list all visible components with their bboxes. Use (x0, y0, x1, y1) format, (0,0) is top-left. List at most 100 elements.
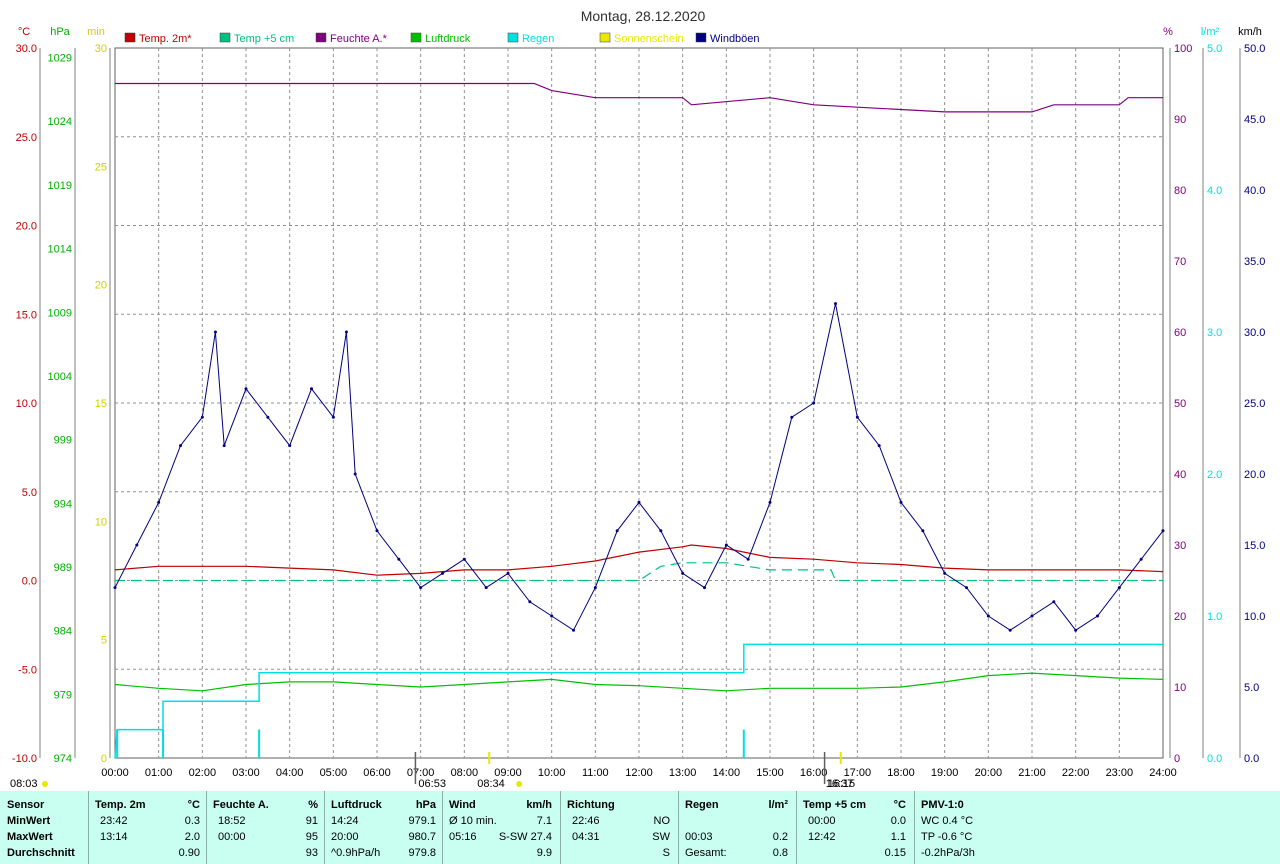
rain-tick-label: 3.0 (1207, 327, 1222, 339)
sunrise-label-2: 08:34 (477, 778, 505, 790)
stats-temp-value: 2.0 (184, 831, 200, 843)
stats-humidity-time: 18:52 (218, 815, 246, 827)
stats-pressure-time: 14:24 (331, 815, 359, 827)
wind-point (877, 444, 881, 448)
wind-tick-label: 20.0 (1244, 469, 1265, 481)
wind-tick-label: 25.0 (1244, 398, 1265, 410)
wind-point (157, 500, 161, 504)
wind-point (397, 557, 401, 561)
hour-tick-label: 02:00 (189, 767, 217, 779)
humidity-tick-label: 50 (1174, 398, 1186, 410)
wind-point (222, 444, 226, 448)
rain-tick-label: 1.0 (1207, 611, 1222, 623)
stats-column-divider (560, 791, 561, 864)
pressure-tick-label: 994 (54, 498, 72, 510)
hour-tick-label: 12:00 (625, 767, 653, 779)
wind-tick-label: 15.0 (1244, 540, 1265, 552)
stats-header-direction: Richtung (567, 799, 615, 811)
humidity-tick-label: 80 (1174, 185, 1186, 197)
wind-point (135, 543, 139, 547)
wind-point (462, 557, 466, 561)
wind-point (1030, 614, 1034, 618)
sun-tick-label: 15 (95, 398, 107, 410)
hour-tick-label: 10:00 (538, 767, 566, 779)
pressure-tick-label: 1009 (48, 307, 72, 319)
pressure-tick-label: 1024 (48, 116, 72, 128)
temp-unit: °C (18, 26, 30, 38)
stats-wind-time: 05:16 (449, 831, 477, 843)
stats-header-pmv: PMV-1:0 (921, 799, 964, 811)
stats-header-humidity-unit: % (308, 799, 318, 811)
stats-column-divider (796, 791, 797, 864)
pressure-tick-label: 999 (54, 435, 72, 447)
stats-rain-time: 00:03 (685, 831, 713, 843)
wind-tick-label: 10.0 (1244, 611, 1265, 623)
legend-label: Luftdruck (425, 33, 471, 45)
legend-swatch (315, 32, 327, 43)
stats-temp5-time: 12:42 (808, 831, 836, 843)
legend-swatch (507, 32, 519, 43)
chart-title: Montag, 28.12.2020 (581, 8, 706, 24)
stats-rain-value: 0.8 (772, 847, 788, 859)
stats-pressure-value: 980.7 (408, 831, 436, 843)
hour-tick-label: 13:00 (669, 767, 697, 779)
stats-header-rain-unit: l/m² (768, 799, 788, 811)
wind-point (943, 571, 947, 575)
stats-humidity-value: 93 (305, 847, 318, 859)
pressure-tick-label: 979 (54, 689, 72, 701)
stats-pmv-value: -0.2hPa/3h (921, 847, 975, 859)
legend-label: Regen (522, 33, 554, 45)
hour-tick-label: 11:00 (582, 767, 609, 779)
hour-tick-label: 15:00 (756, 767, 784, 779)
stats-direction-time: 22:46 (572, 815, 600, 827)
stats-pmv-value: TP -0.6 °C (921, 831, 973, 843)
wind-tick-label: 0.0 (1244, 753, 1259, 765)
stats-temp-time: 23:42 (100, 815, 128, 827)
temp-tick-label: 20.0 (16, 221, 37, 233)
wind-tick-label: 45.0 (1244, 114, 1265, 126)
wind-point (855, 415, 859, 419)
humidity-tick-label: 0 (1174, 753, 1180, 765)
temp-tick-label: 25.0 (16, 132, 37, 144)
pressure-unit: hPa (50, 26, 70, 38)
stats-pressure-value: 979.8 (408, 847, 436, 859)
legend-swatch (695, 32, 707, 43)
hour-tick-label: 22:00 (1062, 767, 1090, 779)
stats-temp5-time: 00:00 (808, 815, 836, 827)
temp-tick-label: 30.0 (16, 43, 37, 55)
wind-point (768, 500, 772, 504)
stats-header-temp: Temp. 2m (95, 799, 146, 811)
wind-tick-label: 50.0 (1244, 43, 1265, 55)
legend-swatch (410, 32, 422, 43)
wind-point (331, 415, 335, 419)
humidity-tick-label: 40 (1174, 469, 1186, 481)
temp-tick-label: -5.0 (18, 664, 37, 676)
stats-wind-value: 9.9 (536, 847, 552, 859)
stats-header-wind: Wind (449, 799, 476, 811)
stats-row-label: Durchschnitt (7, 847, 75, 859)
hour-tick-label: 03:00 (232, 767, 260, 779)
wind-point (1008, 628, 1012, 632)
legend-swatch (599, 32, 611, 43)
legend-swatch (124, 32, 136, 43)
humidity-tick-label: 10 (1174, 682, 1186, 694)
stats-header-wind-unit: km/h (526, 799, 552, 811)
stats-direction-value: S (662, 847, 670, 859)
wind-point (179, 444, 182, 448)
legend-swatch (219, 32, 231, 43)
wind-point (353, 472, 357, 476)
legend-label: Sonnenschein (614, 33, 684, 45)
sun-tick-label: 5 (101, 635, 107, 647)
humidity-tick-label: 70 (1174, 256, 1186, 268)
pressure-tick-label: 1004 (48, 371, 72, 383)
stats-temp-value: 0.90 (178, 847, 200, 859)
stats-column-divider (206, 791, 207, 864)
stats-header-sensor: Sensor (7, 799, 45, 811)
wind-point (1161, 529, 1165, 533)
wind-point (703, 586, 706, 590)
wind-tick-label: 5.0 (1244, 682, 1259, 694)
humidity-tick-label: 30 (1174, 540, 1186, 552)
wind-point (1139, 557, 1143, 561)
stats-temp-value: 0.3 (184, 815, 200, 827)
hour-tick-label: 23:00 (1106, 767, 1134, 779)
